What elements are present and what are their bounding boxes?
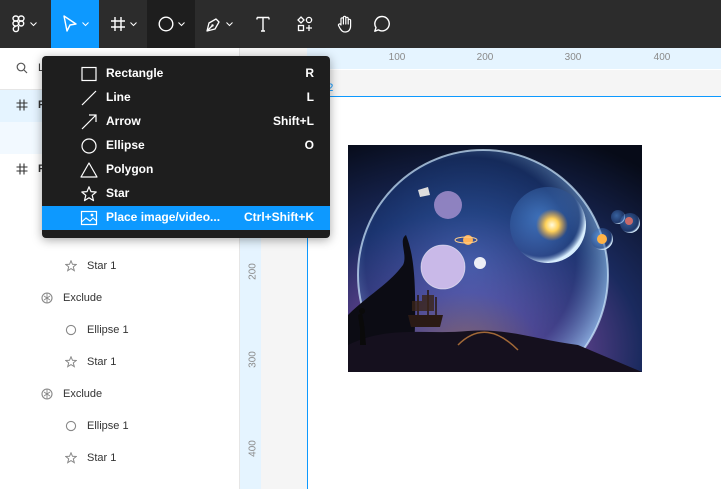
text-icon: [256, 16, 270, 32]
frame-icon: [16, 99, 28, 111]
ruler-tick: 100: [388, 52, 406, 63]
menu-item-shortcut: R: [305, 66, 314, 80]
ruler-tick: 300: [564, 52, 582, 63]
layer-label: Star 1: [87, 356, 117, 368]
layer-label: Exclude: [63, 292, 103, 304]
main-menu-button[interactable]: [0, 0, 48, 48]
star-icon: [65, 452, 77, 464]
ellipse-icon: [65, 324, 77, 336]
star-icon: [65, 260, 77, 272]
comment-tool-button[interactable]: [363, 0, 401, 48]
menu-item-label: Rectangle: [106, 66, 164, 80]
star-icon: [81, 186, 97, 202]
hand-icon: [337, 15, 351, 33]
polygon-icon: [80, 162, 98, 178]
menu-item-place-image[interactable]: Place image/video... Ctrl+Shift+K: [42, 206, 330, 230]
menu-item-shortcut: Shift+L: [273, 114, 314, 128]
toolbar: [0, 0, 721, 48]
ellipse-icon: [81, 138, 97, 154]
chevron-down-icon: [129, 21, 137, 26]
resources-icon: [297, 16, 313, 32]
ellipse-icon: [65, 420, 77, 432]
menu-item-label: Arrow: [106, 114, 141, 128]
arrow-icon: [81, 114, 97, 130]
image-icon: [80, 210, 98, 226]
layer-row[interactable]: Star 1: [0, 346, 240, 378]
exclude-icon: [41, 388, 53, 400]
chevron-down-icon: [177, 21, 185, 26]
menu-item-label: Star: [106, 186, 130, 200]
ruler-tick: 400: [653, 52, 671, 63]
layer-row[interactable]: Ellipse 1: [0, 314, 240, 346]
ruler-tick: 200: [247, 263, 259, 280]
layer-row[interactable]: Ellipse 1: [0, 410, 240, 442]
placed-image[interactable]: [348, 145, 642, 372]
layer-row[interactable]: Exclude: [0, 282, 240, 314]
shape-tool-button[interactable]: [147, 0, 195, 48]
line-icon: [81, 90, 97, 106]
pen-tool-button[interactable]: [195, 0, 243, 48]
frame-icon: [110, 17, 125, 31]
menu-item-label: Ellipse: [106, 138, 145, 152]
chevron-down-icon: [81, 21, 89, 26]
pen-icon: [206, 17, 220, 32]
comment-icon: [374, 15, 390, 32]
search-icon: [16, 62, 28, 74]
chevron-down-icon: [226, 21, 233, 26]
menu-item-label: Polygon: [106, 162, 154, 176]
move-tool-button[interactable]: [51, 0, 99, 48]
layer-label: Exclude: [63, 388, 103, 400]
menu-item-shortcut: O: [304, 138, 314, 152]
layer-row[interactable]: Star 1: [0, 442, 240, 474]
menu-item-label: Line: [106, 90, 131, 104]
menu-item-polygon[interactable]: Polygon: [42, 158, 330, 182]
ruler-tick: 400: [247, 440, 259, 457]
menu-item-star[interactable]: Star: [42, 182, 330, 206]
resources-button[interactable]: [283, 0, 327, 48]
hand-tool-button[interactable]: [327, 0, 363, 48]
menu-item-arrow[interactable]: Arrow Shift+L: [42, 110, 330, 134]
menu-item-shortcut: L: [306, 90, 314, 104]
text-tool-button[interactable]: [243, 0, 283, 48]
menu-item-label: Place image/video...: [106, 210, 221, 224]
menu-item-line[interactable]: Line L: [42, 86, 330, 110]
space-bubble-illustration: [348, 145, 642, 372]
ellipse-icon: [157, 16, 174, 32]
layer-label: Ellipse 1: [87, 420, 129, 432]
frame-tool-button[interactable]: [99, 0, 147, 48]
exclude-icon: [41, 292, 53, 304]
menu-item-rectangle[interactable]: Rectangle R: [42, 62, 330, 86]
layer-row[interactable]: Exclude: [0, 378, 240, 410]
menu-item-ellipse[interactable]: Ellipse O: [42, 134, 330, 158]
menu-item-shortcut: Ctrl+Shift+K: [243, 210, 314, 224]
layer-label: Star 1: [87, 260, 117, 272]
figma-logo-icon: [11, 15, 25, 33]
layer-label: Ellipse 1: [87, 324, 129, 336]
shape-tool-dropdown: Rectangle R Line L Arrow Shift+L Ellipse…: [42, 56, 330, 238]
chevron-down-icon: [29, 21, 37, 26]
star-icon: [65, 356, 77, 368]
frame-icon: [16, 163, 28, 175]
ruler-tick: 300: [247, 351, 259, 368]
ruler-tick: 200: [476, 52, 494, 63]
layer-label: Star 1: [87, 452, 117, 464]
layer-row[interactable]: Star 1: [0, 250, 240, 282]
cursor-icon: [62, 15, 77, 32]
rectangle-icon: [81, 66, 97, 82]
